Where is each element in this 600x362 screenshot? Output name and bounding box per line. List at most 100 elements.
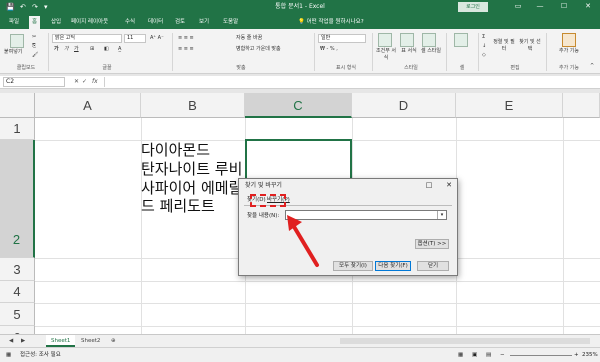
zoom-slider[interactable] <box>510 355 572 356</box>
login-button[interactable]: 로그인 <box>458 2 488 12</box>
cell-styles-icon[interactable] <box>422 33 436 47</box>
cell-styles-button[interactable]: 셀 스타일 <box>420 48 442 55</box>
title-bar: 💾 ↶ ↷ ▾ 통합 문서1 - Excel 로그인 ▭ — ☐ ✕ <box>0 0 600 14</box>
ribbon-separator <box>478 33 479 71</box>
view-page-break-icon[interactable]: ▤ <box>486 348 491 362</box>
fill-icon[interactable]: ↓ <box>482 43 486 50</box>
zoom-out-icon[interactable]: − <box>500 348 505 362</box>
formula-bar: C2 ✕ ✓ fx <box>0 76 600 89</box>
sheet-tab-sheet1[interactable]: Sheet1 <box>46 335 76 347</box>
copy-icon[interactable]: ⎘ <box>32 43 36 50</box>
font-name-select[interactable]: 맑은 고딕 <box>52 34 122 43</box>
find-next-button[interactable]: 다음 찾기(F) <box>375 261 411 271</box>
view-normal-icon[interactable]: ▦ <box>458 348 463 362</box>
ribbon-separator <box>314 33 315 71</box>
align-top-icon[interactable]: ≡ ≡ ≡ <box>178 35 194 42</box>
font-color-icon[interactable]: A̲ <box>118 46 121 53</box>
column-header-b[interactable]: B <box>141 93 245 118</box>
column-header-f[interactable] <box>563 93 600 118</box>
cancel-entry-icon[interactable]: ✕ <box>74 77 79 87</box>
find-select-button[interactable]: 찾기 및 선택 <box>518 39 542 53</box>
tab-file[interactable]: 파일 <box>6 16 22 29</box>
name-box[interactable]: C2 <box>3 77 65 87</box>
find-history-dropdown-icon[interactable]: ▾ <box>437 211 446 219</box>
cell-b2[interactable]: 다이아몬드 탄자나이트 루비 사파이어 에메랄드 페리도트 <box>141 141 248 254</box>
options-button[interactable]: 옵션(T) >> <box>415 239 449 249</box>
column-header-c[interactable]: C <box>245 93 352 118</box>
minimize-icon[interactable]: — <box>532 1 548 12</box>
grow-font-icon[interactable]: A⁺ A⁻ <box>150 35 164 42</box>
paste-button[interactable]: 붙여넣기 <box>4 49 22 56</box>
border-icon[interactable]: ⊞ <box>90 46 94 53</box>
enter-icon[interactable]: ✓ <box>82 77 87 87</box>
bold-icon[interactable]: 가 <box>54 46 59 53</box>
ribbon-display-options-icon[interactable]: ▭ <box>510 1 526 12</box>
ribbon-separator <box>48 33 49 71</box>
collapse-ribbon-icon[interactable]: ^ <box>590 63 594 70</box>
formula-input[interactable] <box>104 77 594 87</box>
insert-function-icon[interactable]: fx <box>92 77 98 87</box>
group-number: 표시 형식 <box>336 65 356 71</box>
align-left-icon[interactable]: ≡ ≡ ≡ <box>178 46 194 53</box>
underline-icon[interactable]: 가 <box>74 46 79 53</box>
number-format-select[interactable]: 일반 <box>318 34 366 43</box>
cut-icon[interactable]: ✂ <box>32 34 36 41</box>
column-header-a[interactable]: A <box>35 93 141 118</box>
conditional-format-button[interactable]: 조건부 서식 <box>374 48 398 62</box>
add-sheet-icon[interactable]: ⊕ <box>106 335 121 347</box>
conditional-format-icon[interactable] <box>378 33 392 47</box>
tell-me-search[interactable]: 💡 어떤 작업을 원하시나요? <box>298 16 364 29</box>
dialog-help-icon[interactable]: □ <box>423 181 435 190</box>
row-header-4[interactable]: 4 <box>0 281 35 303</box>
row-header-6[interactable]: 6 <box>0 326 35 334</box>
tab-review[interactable]: 검토 <box>172 16 188 29</box>
addins-icon[interactable] <box>562 33 576 47</box>
tab-data[interactable]: 데이터 <box>145 16 166 29</box>
horizontal-scrollbar[interactable] <box>340 338 590 344</box>
group-font: 글꼴 <box>102 65 112 71</box>
fill-color-icon[interactable]: ◧ <box>104 46 109 53</box>
select-all-corner[interactable] <box>0 93 35 118</box>
column-header-d[interactable]: D <box>352 93 456 118</box>
gridline <box>563 118 564 334</box>
insert-cells-icon[interactable] <box>454 33 468 47</box>
tab-help[interactable]: 도움말 <box>220 16 241 29</box>
wrap-text-button[interactable]: 자동 줄 바꿈 <box>236 35 262 42</box>
sheet-scroll-right-icon[interactable]: ▶ <box>16 335 30 347</box>
clear-icon[interactable]: ◇ <box>482 52 486 59</box>
dialog-close-icon[interactable]: ✕ <box>443 181 455 190</box>
tab-formulas[interactable]: 수식 <box>122 16 138 29</box>
close-window-icon[interactable]: ✕ <box>580 1 596 12</box>
find-what-label: 찾을 내용(N): <box>247 213 280 219</box>
column-header-e[interactable]: E <box>456 93 563 118</box>
merge-center-button[interactable]: 병합하고 가운데 맞춤 <box>236 46 281 53</box>
format-painter-icon[interactable]: 🖌 <box>32 52 38 59</box>
sort-filter-button[interactable]: 정렬 및 필터 <box>492 39 516 53</box>
maximize-icon[interactable]: ☐ <box>556 1 572 12</box>
view-page-layout-icon[interactable]: ▣ <box>472 348 477 362</box>
table-format-icon[interactable] <box>400 33 414 47</box>
find-all-button[interactable]: 모두 찾기(I) <box>333 261 373 271</box>
accessibility-status[interactable]: 접근성: 조사 필요 <box>20 348 61 362</box>
font-size-select[interactable]: 11 <box>124 34 146 43</box>
zoom-level[interactable]: 235% <box>582 348 598 362</box>
italic-icon[interactable]: 가 <box>64 46 69 53</box>
sheet-tab-sheet2[interactable]: Sheet2 <box>76 335 105 347</box>
paste-icon[interactable] <box>10 34 24 48</box>
row-header-1[interactable]: 1 <box>0 118 35 140</box>
row-header-2[interactable]: 2 <box>0 140 35 258</box>
tab-page-layout[interactable]: 페이지 레이아웃 <box>68 16 111 29</box>
zoom-in-icon[interactable]: + <box>574 348 579 362</box>
addins-button[interactable]: 추가 기능 <box>552 48 586 55</box>
close-button[interactable]: 닫기 <box>417 261 449 271</box>
ribbon-tab-row: 파일 홈 삽입 페이지 레이아웃 수식 데이터 검토 보기 도움말 💡 어떤 작… <box>0 14 600 29</box>
row-header-3[interactable]: 3 <box>0 258 35 281</box>
tab-insert[interactable]: 삽입 <box>48 16 64 29</box>
table-format-button[interactable]: 표 서식 <box>398 48 420 55</box>
autosum-icon[interactable]: Σ <box>482 34 485 41</box>
accounting-format-icon[interactable]: ₩ - % , <box>320 46 338 53</box>
tab-view[interactable]: 보기 <box>196 16 212 29</box>
tab-home[interactable]: 홈 <box>29 16 41 29</box>
row-header-5[interactable]: 5 <box>0 303 35 326</box>
group-styles: 스타일 <box>404 65 418 71</box>
